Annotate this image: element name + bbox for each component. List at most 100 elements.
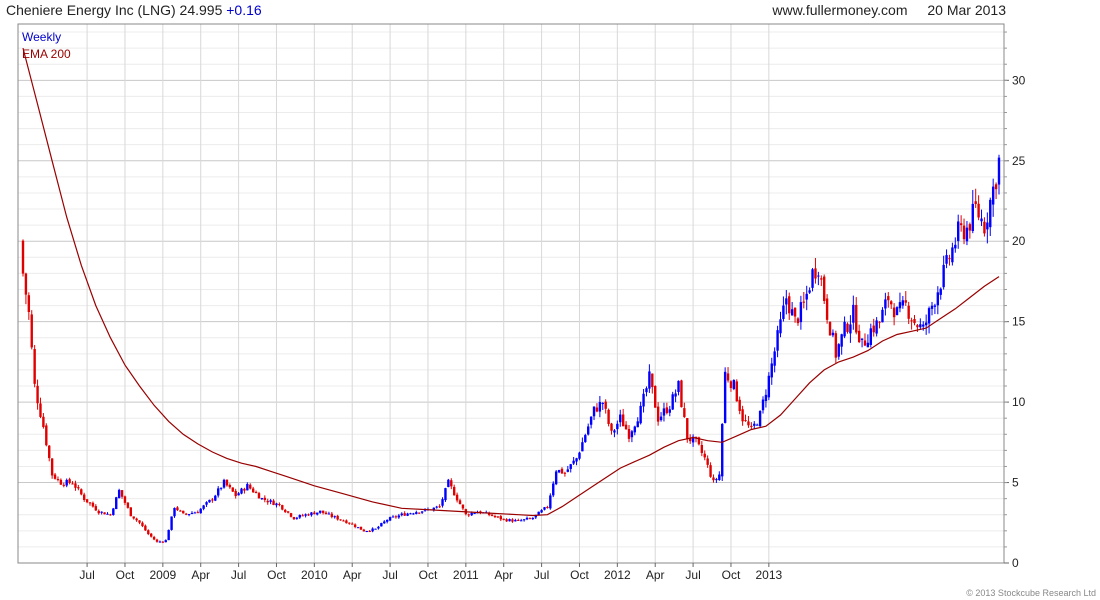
x-tick-label: Apr	[191, 568, 210, 582]
candle-body	[991, 186, 995, 205]
candle	[138, 520, 141, 525]
candle	[324, 511, 328, 515]
candle	[179, 509, 182, 512]
candle-body	[890, 301, 893, 305]
candle-body	[723, 371, 727, 423]
candle	[217, 486, 220, 498]
candle	[400, 512, 403, 517]
candle-body	[922, 324, 925, 327]
candle	[989, 197, 992, 237]
candle-body	[799, 302, 803, 323]
candle-body	[45, 425, 48, 446]
candle	[403, 511, 406, 516]
candle-body	[71, 483, 74, 485]
candle-body	[726, 373, 730, 381]
candle	[878, 321, 881, 329]
candle-body	[149, 533, 153, 537]
candle	[764, 389, 768, 408]
candle	[721, 423, 724, 482]
candle-body	[455, 494, 459, 501]
candle-body	[167, 529, 170, 541]
candle	[333, 515, 336, 519]
candle-body	[292, 517, 296, 520]
x-tick-label: 2011	[453, 568, 479, 582]
y-tick-label: 15	[1012, 315, 1026, 329]
candle-body	[112, 508, 115, 515]
candle-body	[103, 512, 106, 515]
candle-body	[176, 507, 179, 511]
candle	[129, 507, 132, 517]
candle	[284, 508, 287, 514]
candle-body	[656, 406, 660, 422]
candle	[21, 239, 25, 277]
candle-body	[904, 300, 907, 303]
candle-body	[383, 521, 386, 524]
candle-body	[817, 275, 820, 277]
candle-body	[193, 512, 197, 514]
candle-body	[919, 324, 922, 328]
candle-body	[648, 371, 651, 389]
candle	[231, 487, 234, 493]
candle-body	[444, 488, 447, 501]
price-chart: 051015202530 Jul Oct 2009 Apr Jul Oct 2010 Apr J…	[17, 23, 1096, 598]
candle-body	[703, 453, 706, 458]
candle	[246, 482, 249, 491]
y-axis: 0 5 10 15 20 25 30	[1004, 31, 1026, 570]
candle-body	[776, 330, 779, 351]
candle	[601, 402, 604, 410]
candle	[461, 504, 465, 511]
candle	[286, 511, 290, 514]
candle	[487, 511, 491, 517]
candle-body	[782, 305, 785, 319]
candle-body	[592, 406, 596, 417]
candle-body	[563, 472, 567, 474]
candle-body	[604, 401, 607, 409]
candle-body	[616, 423, 619, 430]
x-tick-label: Jul	[79, 568, 94, 582]
candle-body	[321, 510, 325, 513]
candle	[327, 511, 331, 515]
candle-body	[173, 507, 176, 517]
candle-body	[636, 421, 639, 428]
candle	[738, 396, 741, 415]
candle-body	[129, 507, 132, 517]
candle	[237, 492, 240, 496]
candle	[773, 347, 776, 373]
candle	[415, 510, 418, 515]
candle-body	[665, 407, 669, 414]
candle	[732, 379, 736, 391]
candle	[418, 512, 421, 514]
candle-body	[237, 493, 240, 496]
candle-body	[875, 320, 878, 334]
candle	[190, 511, 194, 515]
candle-body	[435, 506, 438, 508]
candle-body	[986, 222, 989, 230]
candle-body	[205, 502, 208, 505]
candle-body	[808, 290, 811, 293]
candle	[796, 317, 800, 326]
candle	[91, 501, 95, 508]
candle	[881, 307, 884, 323]
candle	[85, 499, 89, 504]
candle-body	[892, 307, 896, 318]
candle	[97, 509, 100, 515]
candle-body	[240, 488, 243, 494]
candle	[103, 512, 106, 515]
candle	[511, 518, 514, 523]
candle-body	[342, 520, 345, 522]
candle	[563, 471, 567, 477]
candle-body	[589, 416, 593, 425]
candle-body	[977, 203, 980, 218]
candle	[80, 488, 83, 496]
candle	[910, 317, 913, 330]
candle-body	[840, 334, 843, 347]
candle	[875, 317, 878, 337]
candle-body	[764, 394, 768, 402]
candle	[642, 389, 645, 413]
candle	[68, 477, 71, 485]
candle	[607, 408, 610, 427]
candle-body	[624, 424, 628, 430]
candle	[575, 457, 578, 466]
candle	[272, 499, 275, 506]
candle	[266, 498, 269, 505]
